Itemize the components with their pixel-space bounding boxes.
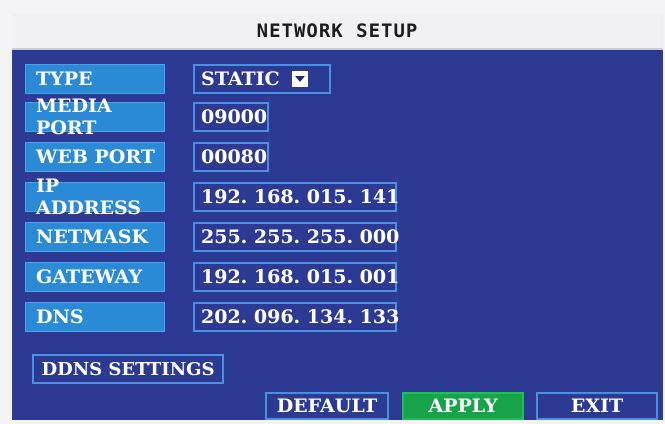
ip-address-row: IP ADDRESS [25,175,165,219]
default-button[interactable]: DEFAULT [265,392,389,420]
ip-address-input[interactable]: 192. 168. 015. 141 [193,182,399,212]
type-row: TYPE [25,64,165,94]
media-port-row: MEDIA PORT [25,95,165,139]
apply-button[interactable]: APPLY [402,392,524,420]
dns-label: DNS [25,302,165,332]
chevron-down-icon[interactable] [291,71,308,87]
ip-address-label: IP ADDRESS [25,175,165,219]
type-select[interactable]: STATIC [193,64,331,94]
netmask-row: NETMASK [25,222,165,252]
web-port-input[interactable]: 00080 [193,142,269,172]
gateway-label: GATEWAY [25,262,165,292]
web-port-label: WEB PORT [25,142,165,172]
gateway-input[interactable]: 192. 168. 015. 001 [193,262,399,292]
ddns-settings-button[interactable]: DDNS SETTINGS [32,354,224,384]
type-label: TYPE [25,64,165,94]
exit-button[interactable]: EXIT [536,392,658,420]
media-port-label: MEDIA PORT [25,95,165,139]
netmask-input[interactable]: 255. 255. 255. 000 [193,222,399,252]
window-title: NETWORK SETUP [12,14,663,50]
web-port-row: WEB PORT [25,142,165,172]
media-port-input[interactable]: 09000 [193,102,269,132]
network-setup-window: NETWORK SETUP TYPE STATIC MEDIA PORT 090… [12,14,663,420]
netmask-label: NETMASK [25,222,165,252]
dns-input[interactable]: 202. 096. 134. 133 [193,302,399,332]
dns-row: DNS [25,302,165,332]
type-value: STATIC [201,68,280,90]
gateway-row: GATEWAY [25,262,165,292]
